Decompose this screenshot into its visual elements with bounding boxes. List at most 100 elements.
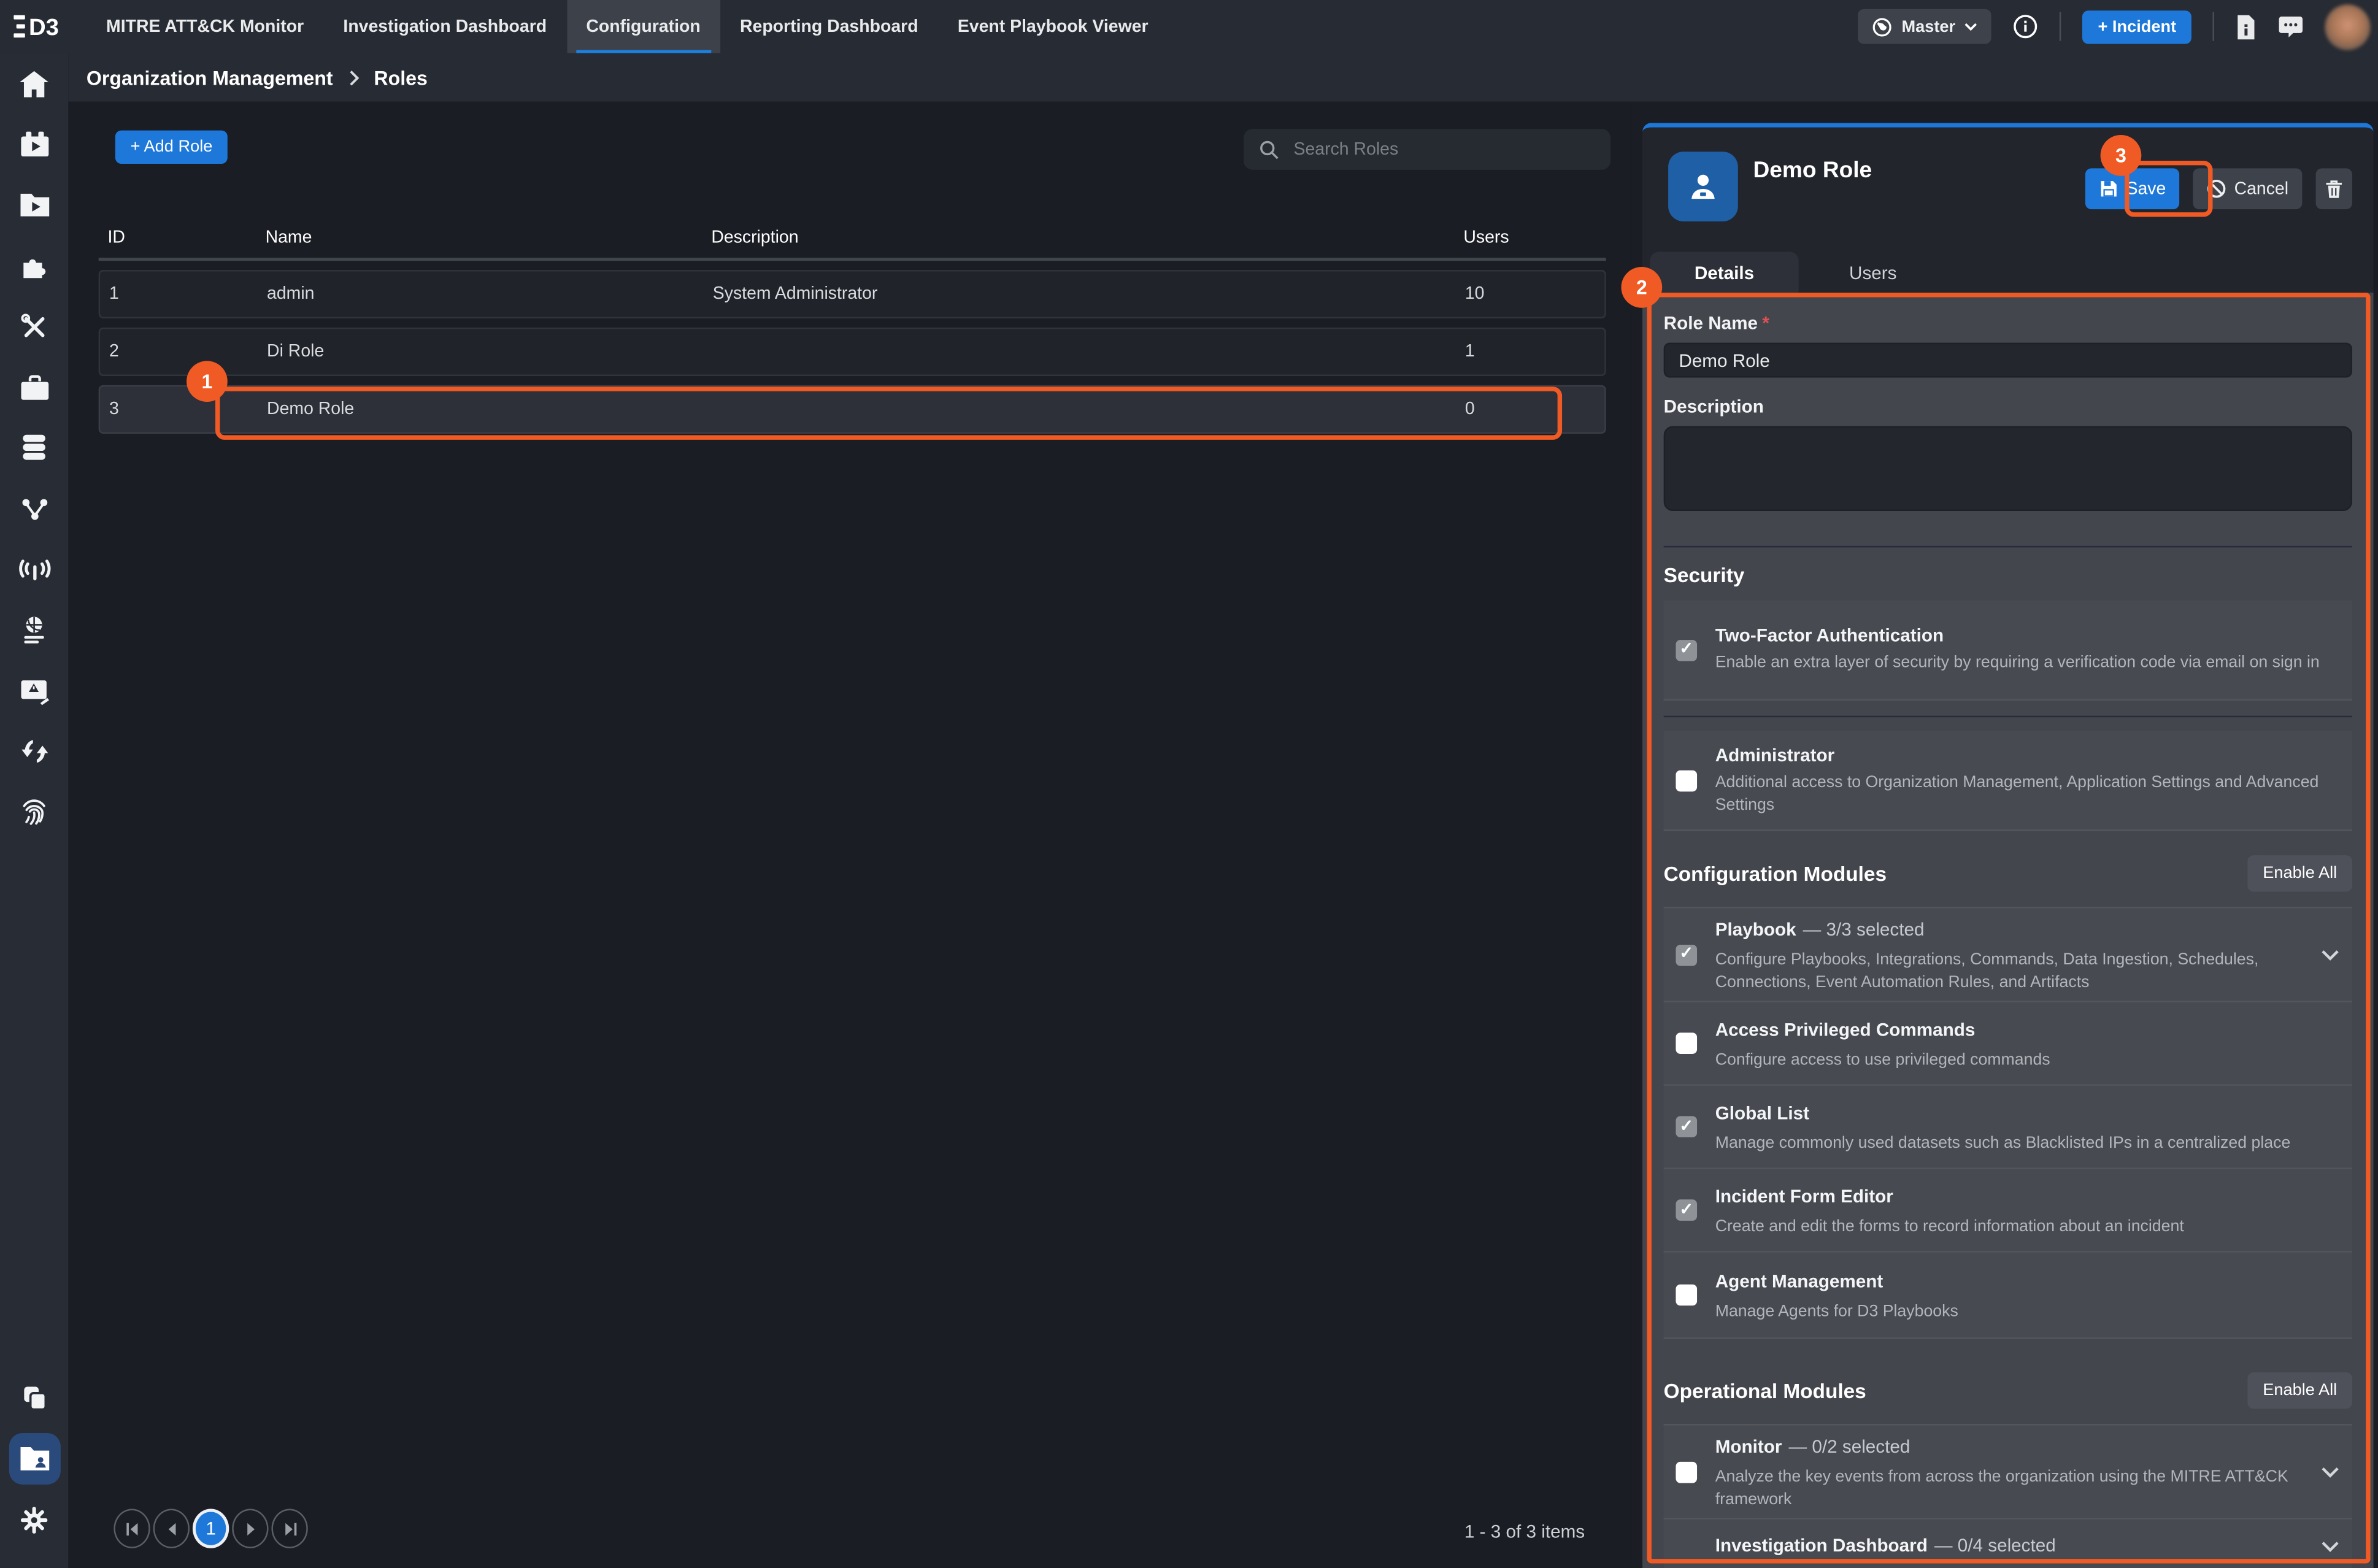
first-page-button[interactable]: [114, 1509, 150, 1548]
nav-right-actions: Master + Incident: [1858, 0, 2378, 53]
sidebar-item-incident-report[interactable]: [0, 659, 68, 720]
chevron-down-icon[interactable]: [2320, 948, 2340, 961]
cancel-button[interactable]: Cancel: [2193, 168, 2303, 209]
search-icon: [1259, 139, 1280, 160]
search-box[interactable]: [1244, 129, 1610, 170]
sidebar-item-organization-management[interactable]: [0, 1429, 68, 1489]
table-row-demo-role[interactable]: 3 Demo Role 0: [99, 385, 1606, 434]
checkbox-checked[interactable]: ✓: [1676, 639, 1697, 661]
checkbox-unchecked[interactable]: [1676, 1285, 1697, 1306]
module-row-playbook[interactable]: ✓ Playbook — 3/3 selected Configure Play…: [1664, 909, 2352, 1002]
security-row-two-factor[interactable]: ✓ Two-Factor Authentication Enable an ex…: [1664, 601, 2352, 701]
active-tab-underline: [575, 49, 711, 53]
sidebar-item-data-ingestion[interactable]: [0, 539, 68, 599]
breadcrumb: Organization Management Roles: [68, 53, 2378, 102]
site-selector-label: Master: [1901, 17, 1955, 36]
sidebar-item-connections[interactable]: [0, 478, 68, 539]
module-selected-count: — 0/2 selected: [1788, 1436, 1910, 1458]
module-description: Create and edit the forms to record info…: [1715, 1216, 2340, 1238]
security-heading: Security: [1664, 564, 2352, 587]
role-name-input[interactable]: [1664, 343, 2352, 378]
user-avatar[interactable]: [2325, 4, 2370, 49]
document-info-icon[interactable]: [2236, 13, 2257, 40]
nav-event-playbook-viewer[interactable]: Event Playbook Viewer: [938, 0, 1168, 53]
tab-details[interactable]: Details: [1650, 252, 1798, 293]
col-header-description[interactable]: Description: [711, 228, 1463, 247]
security-row-administrator[interactable]: Administrator Additional access to Organ…: [1664, 731, 2352, 831]
chevron-down-icon[interactable]: [2320, 1540, 2340, 1553]
search-input[interactable]: [1291, 139, 1596, 160]
sidebar-item-pages[interactable]: [0, 1368, 68, 1429]
info-icon[interactable]: [2013, 13, 2039, 39]
next-page-button[interactable]: [232, 1509, 268, 1548]
site-selector-dropdown[interactable]: Master: [1858, 9, 1992, 44]
cell-users: 10: [1465, 285, 1604, 304]
module-row-monitor[interactable]: Monitor — 0/2 selected Analyze the key e…: [1664, 1426, 2352, 1520]
checkbox-unchecked[interactable]: [1676, 1032, 1697, 1054]
checkbox-checked[interactable]: ✓: [1676, 1116, 1697, 1137]
trash-icon: [2325, 178, 2343, 199]
sidebar-item-sync[interactable]: [0, 720, 68, 781]
add-role-button[interactable]: + Add Role: [115, 131, 228, 164]
save-button[interactable]: Save: [2085, 168, 2180, 209]
nav-investigation-dashboard[interactable]: Investigation Dashboard: [323, 0, 566, 53]
chat-icon[interactable]: [2278, 15, 2304, 38]
sidebar-item-data-management[interactable]: [0, 417, 68, 478]
enable-all-operational-button[interactable]: Enable All: [2248, 1372, 2352, 1409]
sidebar-item-home[interactable]: [0, 53, 68, 114]
module-row-incident-form-editor[interactable]: ✓ Incident Form Editor Create and edit t…: [1664, 1169, 2352, 1253]
chevron-down-icon[interactable]: [2320, 1466, 2340, 1478]
sidebar-item-event-playbook[interactable]: [0, 113, 68, 174]
module-row-agent-management[interactable]: Agent Management Manage Agents for D3 Pl…: [1664, 1253, 2352, 1339]
nav-reporting-dashboard[interactable]: Reporting Dashboard: [720, 0, 938, 53]
top-nav: D3 MITRE ATT&CK Monitor Investigation Da…: [0, 0, 2378, 53]
gear-icon: [18, 1504, 50, 1535]
nav-label: Configuration: [586, 17, 700, 36]
role-detail-title: Demo Role: [1753, 158, 1872, 183]
sidebar-item-toolbox[interactable]: [0, 356, 68, 417]
col-header-name[interactable]: Name: [266, 228, 712, 247]
cancel-label: Cancel: [2234, 180, 2289, 198]
sidebar-item-settings[interactable]: [0, 1489, 68, 1550]
table-row-admin[interactable]: 1 admin System Administrator 10: [99, 270, 1606, 318]
configuration-modules-heading: Configuration Modules: [1664, 862, 1887, 885]
sidebar-item-utility-commands[interactable]: [0, 296, 68, 356]
sidebar-item-web-intel[interactable]: [0, 599, 68, 659]
configuration-modules-list: ✓ Playbook — 3/3 selected Configure Play…: [1664, 907, 2352, 1339]
sidebar-bottom-group: [0, 1368, 68, 1550]
nav-tabs: MITRE ATT&CK Monitor Investigation Dashb…: [87, 0, 1168, 53]
svg-text:D3: D3: [29, 14, 59, 39]
breadcrumb-parent[interactable]: Organization Management: [87, 66, 333, 89]
checkbox-unchecked[interactable]: [1676, 1461, 1697, 1483]
briefcase-icon: [17, 372, 50, 401]
d3-logo[interactable]: D3: [0, 0, 87, 53]
table-row-di-role[interactable]: 2 Di Role 1: [99, 328, 1606, 376]
delete-button[interactable]: [2316, 168, 2352, 209]
page-1-button[interactable]: 1: [193, 1509, 229, 1548]
cell-users: 0: [1465, 401, 1604, 419]
tab-users[interactable]: Users: [1799, 252, 1947, 293]
description-textarea[interactable]: [1664, 426, 2352, 511]
nav-mitre-attck-monitor[interactable]: MITRE ATT&CK Monitor: [87, 0, 323, 53]
cell-name: Di Role: [267, 343, 713, 361]
module-row-investigation-dashboard[interactable]: Investigation Dashboard — 0/4 selected R…: [1664, 1520, 2352, 1568]
sidebar-item-fingerprint[interactable]: [0, 781, 68, 842]
last-page-button[interactable]: [271, 1509, 307, 1548]
divider: [2213, 12, 2214, 41]
description-label: Description: [1664, 396, 2352, 417]
col-header-users[interactable]: Users: [1463, 228, 1606, 247]
new-incident-button[interactable]: + Incident: [2083, 10, 2191, 43]
sidebar-item-playbook[interactable]: [0, 174, 68, 235]
col-header-id[interactable]: ID: [99, 228, 266, 247]
checkbox-unchecked[interactable]: [1676, 769, 1697, 791]
enable-all-configuration-button[interactable]: Enable All: [2248, 855, 2352, 891]
sidebar-item-integrations[interactable]: [0, 235, 68, 296]
checkbox-checked[interactable]: ✓: [1676, 944, 1697, 966]
checkbox-checked[interactable]: ✓: [1676, 1199, 1697, 1221]
page-number: 1: [206, 1518, 216, 1539]
nav-configuration[interactable]: Configuration: [566, 0, 720, 53]
module-description: Manage Agents for D3 Playbooks: [1715, 1301, 2340, 1323]
module-row-access-privileged-commands[interactable]: Access Privileged Commands Configure acc…: [1664, 1002, 2352, 1086]
prev-page-button[interactable]: [153, 1509, 190, 1548]
module-row-global-list[interactable]: ✓ Global List Manage commonly used datas…: [1664, 1086, 2352, 1169]
